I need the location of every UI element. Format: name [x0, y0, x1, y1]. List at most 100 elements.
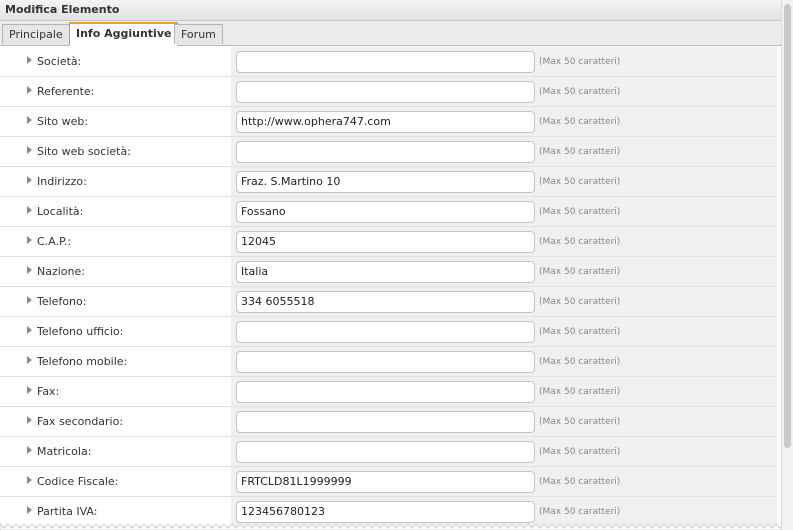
info-aggiuntive-form: Società: (Max 50 caratteri) Referente: (Max…: [0, 47, 777, 530]
max-length-hint: (Max 50 caratteri): [539, 207, 621, 217]
field-row-societa: Società: (Max 50 caratteri): [0, 47, 777, 77]
window-title: Modifica Elemento: [5, 3, 120, 16]
max-length-hint: (Max 50 caratteri): [539, 357, 621, 367]
matricola-input[interactable]: [236, 441, 535, 463]
indirizzo-input[interactable]: Fraz. S.Martino 10: [236, 171, 535, 193]
field-label-indirizzo: Indirizzo:: [37, 175, 87, 188]
c-a-p-input[interactable]: 12045: [236, 231, 535, 253]
disclosure-triangle-icon[interactable]: [27, 416, 32, 424]
tab-forum[interactable]: Forum: [174, 24, 223, 44]
label-cell: Sito web società:: [0, 137, 231, 167]
disclosure-triangle-icon[interactable]: [27, 296, 32, 304]
telefono-mobile-input[interactable]: [236, 351, 535, 373]
field-label-telefono: Telefono:: [37, 295, 87, 308]
label-cell: Telefono ufficio:: [0, 317, 231, 347]
disclosure-triangle-icon[interactable]: [27, 266, 32, 274]
field-row-codice-fiscale: Codice Fiscale: FRTCLD81L1999999 (Max 50 c…: [0, 467, 777, 497]
field-cell: (Max 50 caratteri): [231, 47, 777, 77]
torn-edge-decoration: [0, 523, 781, 530]
label-cell: Telefono:: [0, 287, 231, 317]
field-row-c-a-p: C.A.P.: 12045 (Max 50 caratteri): [0, 227, 777, 257]
field-row-matricola: Matricola: (Max 50 caratteri): [0, 437, 777, 467]
tab-info-aggiuntive[interactable]: Info Aggiuntive: [69, 22, 179, 46]
disclosure-triangle-icon[interactable]: [27, 86, 32, 94]
field-row-localita: Località: Fossano (Max 50 caratteri): [0, 197, 777, 227]
max-length-hint: (Max 50 caratteri): [539, 117, 621, 127]
label-cell: Referente:: [0, 77, 231, 107]
label-cell: Nazione:: [0, 257, 231, 287]
tab-principale[interactable]: Principale: [2, 24, 70, 44]
field-row-referente: Referente: (Max 50 caratteri): [0, 77, 777, 107]
telefono-ufficio-input[interactable]: [236, 321, 535, 343]
max-length-hint: (Max 50 caratteri): [539, 387, 621, 397]
field-label-partita-iva: Partita IVA:: [37, 505, 98, 518]
referente-input[interactable]: [236, 81, 535, 103]
field-cell: (Max 50 caratteri): [231, 137, 777, 167]
field-label-c-a-p: C.A.P.:: [37, 235, 72, 248]
disclosure-triangle-icon[interactable]: [27, 206, 32, 214]
field-cell: (Max 50 caratteri): [231, 437, 777, 467]
societa-input[interactable]: [236, 51, 535, 73]
disclosure-triangle-icon[interactable]: [27, 446, 32, 454]
field-label-telefono-ufficio: Telefono ufficio:: [37, 325, 124, 338]
scrollbar-thumb[interactable]: [784, 4, 791, 448]
field-label-codice-fiscale: Codice Fiscale:: [37, 475, 119, 488]
field-label-fax: Fax:: [37, 385, 60, 398]
window-titlebar: Modifica Elemento: [0, 0, 781, 21]
disclosure-triangle-icon[interactable]: [27, 356, 32, 364]
field-cell: Fossano (Max 50 caratteri): [231, 197, 777, 227]
label-cell: Fax secondario:: [0, 407, 231, 437]
label-cell: Matricola:: [0, 437, 231, 467]
field-row-telefono-ufficio: Telefono ufficio: (Max 50 caratteri): [0, 317, 777, 347]
disclosure-triangle-icon[interactable]: [27, 476, 32, 484]
fax-secondario-input[interactable]: [236, 411, 535, 433]
label-cell: C.A.P.:: [0, 227, 231, 257]
label-cell: Indirizzo:: [0, 167, 231, 197]
label-cell: Fax:: [0, 377, 231, 407]
max-length-hint: (Max 50 caratteri): [539, 237, 621, 247]
max-length-hint: (Max 50 caratteri): [539, 297, 621, 307]
field-label-matricola: Matricola:: [37, 445, 92, 458]
field-row-indirizzo: Indirizzo: Fraz. S.Martino 10 (Max 50 cara…: [0, 167, 777, 197]
field-cell: Fraz. S.Martino 10 (Max 50 caratteri): [231, 167, 777, 197]
max-length-hint: (Max 50 caratteri): [539, 147, 621, 157]
label-cell: Telefono mobile:: [0, 347, 231, 377]
field-row-telefono-mobile: Telefono mobile: (Max 50 caratteri): [0, 347, 777, 377]
disclosure-triangle-icon[interactable]: [27, 386, 32, 394]
telefono-input[interactable]: 334 6055518: [236, 291, 535, 313]
max-length-hint: (Max 50 caratteri): [539, 477, 621, 487]
disclosure-triangle-icon[interactable]: [27, 56, 32, 64]
nazione-input[interactable]: Italia: [236, 261, 535, 283]
vertical-scrollbar[interactable]: [781, 0, 793, 530]
field-label-fax-secondario: Fax secondario:: [37, 415, 124, 428]
tab-bar: Principale Info Aggiuntive Forum: [0, 21, 781, 46]
field-cell: 334 6055518 (Max 50 caratteri): [231, 287, 777, 317]
codice-fiscale-input[interactable]: FRTCLD81L1999999: [236, 471, 535, 493]
field-row-fax-secondario: Fax secondario: (Max 50 caratteri): [0, 407, 777, 437]
label-cell: Sito web:: [0, 107, 231, 137]
field-cell: (Max 50 caratteri): [231, 347, 777, 377]
field-label-nazione: Nazione:: [37, 265, 85, 278]
max-length-hint: (Max 50 caratteri): [539, 177, 621, 187]
max-length-hint: (Max 50 caratteri): [539, 507, 621, 517]
field-cell: (Max 50 caratteri): [231, 377, 777, 407]
field-cell: (Max 50 caratteri): [231, 407, 777, 437]
field-cell: FRTCLD81L1999999 (Max 50 caratteri): [231, 467, 777, 497]
sito-web-input[interactable]: http://www.ophera747.com: [236, 111, 535, 133]
field-cell: (Max 50 caratteri): [231, 317, 777, 347]
sito-web-societa-input[interactable]: [236, 141, 535, 163]
disclosure-triangle-icon[interactable]: [27, 146, 32, 154]
max-length-hint: (Max 50 caratteri): [539, 327, 621, 337]
max-length-hint: (Max 50 caratteri): [539, 57, 621, 67]
disclosure-triangle-icon[interactable]: [27, 176, 32, 184]
field-row-sito-web-societa: Sito web società: (Max 50 caratteri): [0, 137, 777, 167]
disclosure-triangle-icon[interactable]: [27, 506, 32, 514]
fax-input[interactable]: [236, 381, 535, 403]
localita-input[interactable]: Fossano: [236, 201, 535, 223]
disclosure-triangle-icon[interactable]: [27, 116, 32, 124]
field-label-sito-web-societa: Sito web società:: [37, 145, 131, 158]
field-row-nazione: Nazione: Italia (Max 50 caratteri): [0, 257, 777, 287]
disclosure-triangle-icon[interactable]: [27, 326, 32, 334]
field-label-referente: Referente:: [37, 85, 95, 98]
disclosure-triangle-icon[interactable]: [27, 236, 32, 244]
